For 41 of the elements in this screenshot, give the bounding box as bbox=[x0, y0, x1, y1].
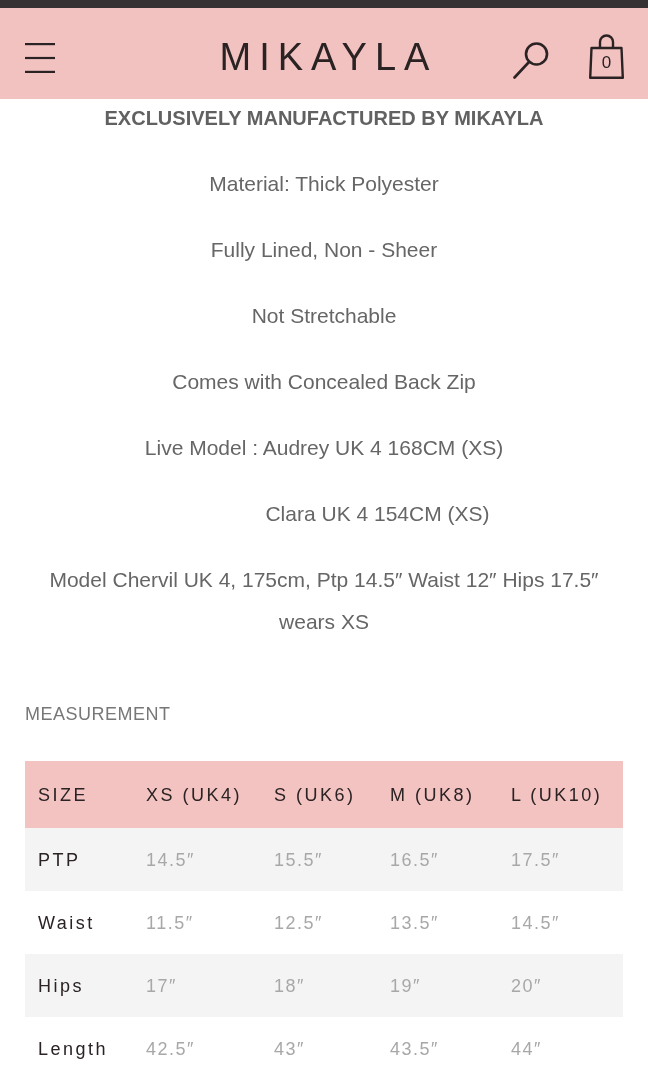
table-header-cell-text: XS (UK4) bbox=[145, 783, 244, 806]
table-cell-text: 13.5″ bbox=[389, 911, 440, 934]
table-cell-text: 42.5″ bbox=[145, 1037, 196, 1060]
product-detail-text: Model Chervil UK 4, 175cm, Ptp 14.5″ Waist 12″ Hips 17.5″ wears XS bbox=[48, 567, 600, 635]
row-label: Length bbox=[37, 1037, 110, 1060]
search-icon bbox=[513, 40, 549, 79]
table-header-cell-text: SIZE bbox=[37, 783, 89, 806]
menu-icon bbox=[25, 42, 55, 73]
menu-button[interactable] bbox=[25, 42, 55, 73]
table-cell-text: 14.5″ bbox=[145, 848, 196, 871]
product-detail-text: Not Stretchable bbox=[250, 303, 398, 329]
shopping-bag-icon bbox=[589, 33, 624, 79]
table-header-cell-text: L (UK10) bbox=[510, 783, 604, 806]
brand-logo[interactable]: MIKAYLA bbox=[211, 34, 438, 79]
cart-button[interactable]: 0 bbox=[589, 33, 624, 79]
row-label: PTP bbox=[37, 848, 82, 871]
table-cell-text: 15.5″ bbox=[273, 848, 324, 871]
product-detail-text: Fully Lined, Non - Sheer bbox=[209, 237, 439, 263]
table-cell-text: 43.5″ bbox=[389, 1037, 440, 1060]
row-label: Hips bbox=[37, 974, 85, 997]
table-cell-text: 12.5″ bbox=[273, 911, 324, 934]
table-cell-text: 17.5″ bbox=[510, 848, 561, 871]
product-detail-text: Clara UK 4 154CM (XS) bbox=[264, 501, 491, 527]
table-cell-text: 16.5″ bbox=[389, 848, 440, 871]
table-header-cell-text: S (UK6) bbox=[273, 783, 357, 806]
table-cell-text: 17″ bbox=[145, 974, 178, 997]
table-cell-text: 14.5″ bbox=[510, 911, 561, 934]
table-cell-text: 44″ bbox=[510, 1037, 543, 1060]
section-label: MEASUREMENT bbox=[25, 703, 172, 725]
product-detail-text: Live Model : Audrey UK 4 168CM (XS) bbox=[143, 435, 505, 461]
product-detail-text: Material: Thick Polyester bbox=[208, 171, 440, 197]
section-heading: EXCLUSIVELY MANUFACTURED BY MIKAYLA bbox=[103, 106, 545, 130]
product-detail-text: Comes with Concealed Back Zip bbox=[171, 369, 477, 395]
table-cell-text: 43″ bbox=[273, 1037, 306, 1060]
table-cell-text: 11.5″ bbox=[145, 911, 195, 934]
table-header-cell-text: M (UK8) bbox=[389, 783, 476, 806]
table-cell-text: 18″ bbox=[273, 974, 306, 997]
table-cell-text: 20″ bbox=[510, 974, 543, 997]
table-cell-text: 19″ bbox=[389, 974, 422, 997]
row-label: Waist bbox=[37, 911, 96, 934]
search-button[interactable] bbox=[513, 40, 549, 79]
